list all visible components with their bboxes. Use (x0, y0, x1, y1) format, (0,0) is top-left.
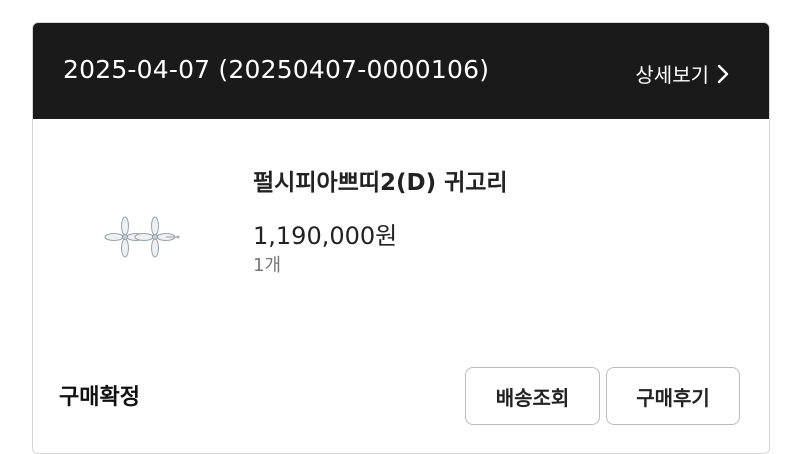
track-delivery-button[interactable]: 배송조회 (465, 367, 600, 425)
order-detail-link[interactable]: 상세보기 (635, 59, 729, 88)
earring-product-thumbnail[interactable] (95, 189, 195, 279)
write-review-button[interactable]: 구매후기 (606, 367, 740, 425)
product-price: 1,190,000원 (253, 222, 398, 250)
order-date-number: 2025-04-07 (20250407-0000106) (63, 55, 490, 84)
order-header: 2025-04-07 (20250407-0000106) 상세보기 (33, 23, 769, 119)
order-product: 펄시피아쁘띠2(D) 귀고리 1,190,000원 1개 (33, 119, 769, 349)
order-status-label: 구매확정 (59, 385, 140, 410)
order-footer: 구매확정 배송조회 구매후기 (33, 349, 769, 453)
product-quantity: 1개 (253, 255, 282, 276)
order-card: 2025-04-07 (20250407-0000106) 상세보기 펄시피아쁘… (32, 22, 770, 454)
order-detail-label: 상세보기 (635, 63, 709, 87)
product-name[interactable]: 펄시피아쁘띠2(D) 귀고리 (253, 163, 508, 197)
earring-right-icon (134, 216, 180, 258)
chevron-right-icon (717, 64, 729, 83)
